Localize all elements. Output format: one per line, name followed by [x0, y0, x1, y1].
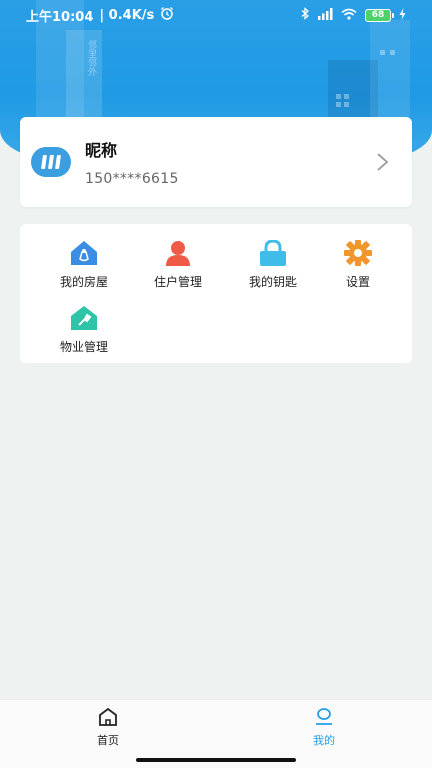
- charging-icon: [399, 7, 406, 23]
- home-indicator: [136, 758, 296, 762]
- function-menu: 我的房屋 住户管理 我的钥匙 设置 物业管理: [20, 224, 412, 363]
- profile-icon: [314, 708, 334, 730]
- avatar: [31, 147, 71, 177]
- nickname: 昵称: [85, 141, 118, 160]
- menu-item-label: 住户管理: [153, 275, 202, 289]
- phone-number: 150****6615: [85, 171, 179, 187]
- hero-text: 邻里邻外: [86, 40, 96, 76]
- property-icon: [69, 304, 99, 332]
- signal-icon: [317, 7, 333, 23]
- menu-item-my-house[interactable]: 我的房屋: [39, 239, 129, 290]
- tab-home[interactable]: 首页: [78, 707, 138, 748]
- menu-item-label: 物业管理: [59, 340, 108, 354]
- menu-item-label: 设置: [345, 275, 370, 289]
- chevron-right-icon[interactable]: [368, 147, 398, 177]
- battery-icon: 68: [365, 8, 394, 22]
- tab-mine[interactable]: 我的: [294, 708, 354, 748]
- home-icon: [98, 707, 118, 730]
- status-time: 上午10:04: [26, 9, 94, 25]
- bluetooth-icon: [301, 7, 309, 23]
- menu-item-my-keys[interactable]: 我的钥匙: [228, 239, 318, 290]
- user-icon: [163, 239, 193, 267]
- gear-icon: [343, 239, 373, 267]
- alarm-icon: [160, 6, 174, 24]
- wifi-icon: [341, 8, 357, 23]
- tab-label: 我的: [313, 734, 335, 747]
- menu-item-property-management[interactable]: 物业管理: [39, 304, 129, 355]
- menu-item-label: 我的钥匙: [248, 275, 297, 289]
- lock-icon: [258, 239, 288, 267]
- menu-item-settings[interactable]: 设置: [313, 239, 403, 290]
- menu-item-label: 我的房屋: [59, 275, 108, 289]
- house-icon: [69, 239, 99, 267]
- profile-card[interactable]: 昵称 150****6615: [20, 117, 412, 207]
- status-bar: 上午10:04 | 0.4K/s 68: [0, 0, 432, 30]
- menu-item-resident-management[interactable]: 住户管理: [133, 239, 223, 290]
- building-decoration: [370, 20, 410, 130]
- tab-label: 首页: [97, 734, 119, 747]
- network-speed: | 0.4K/s: [99, 7, 155, 23]
